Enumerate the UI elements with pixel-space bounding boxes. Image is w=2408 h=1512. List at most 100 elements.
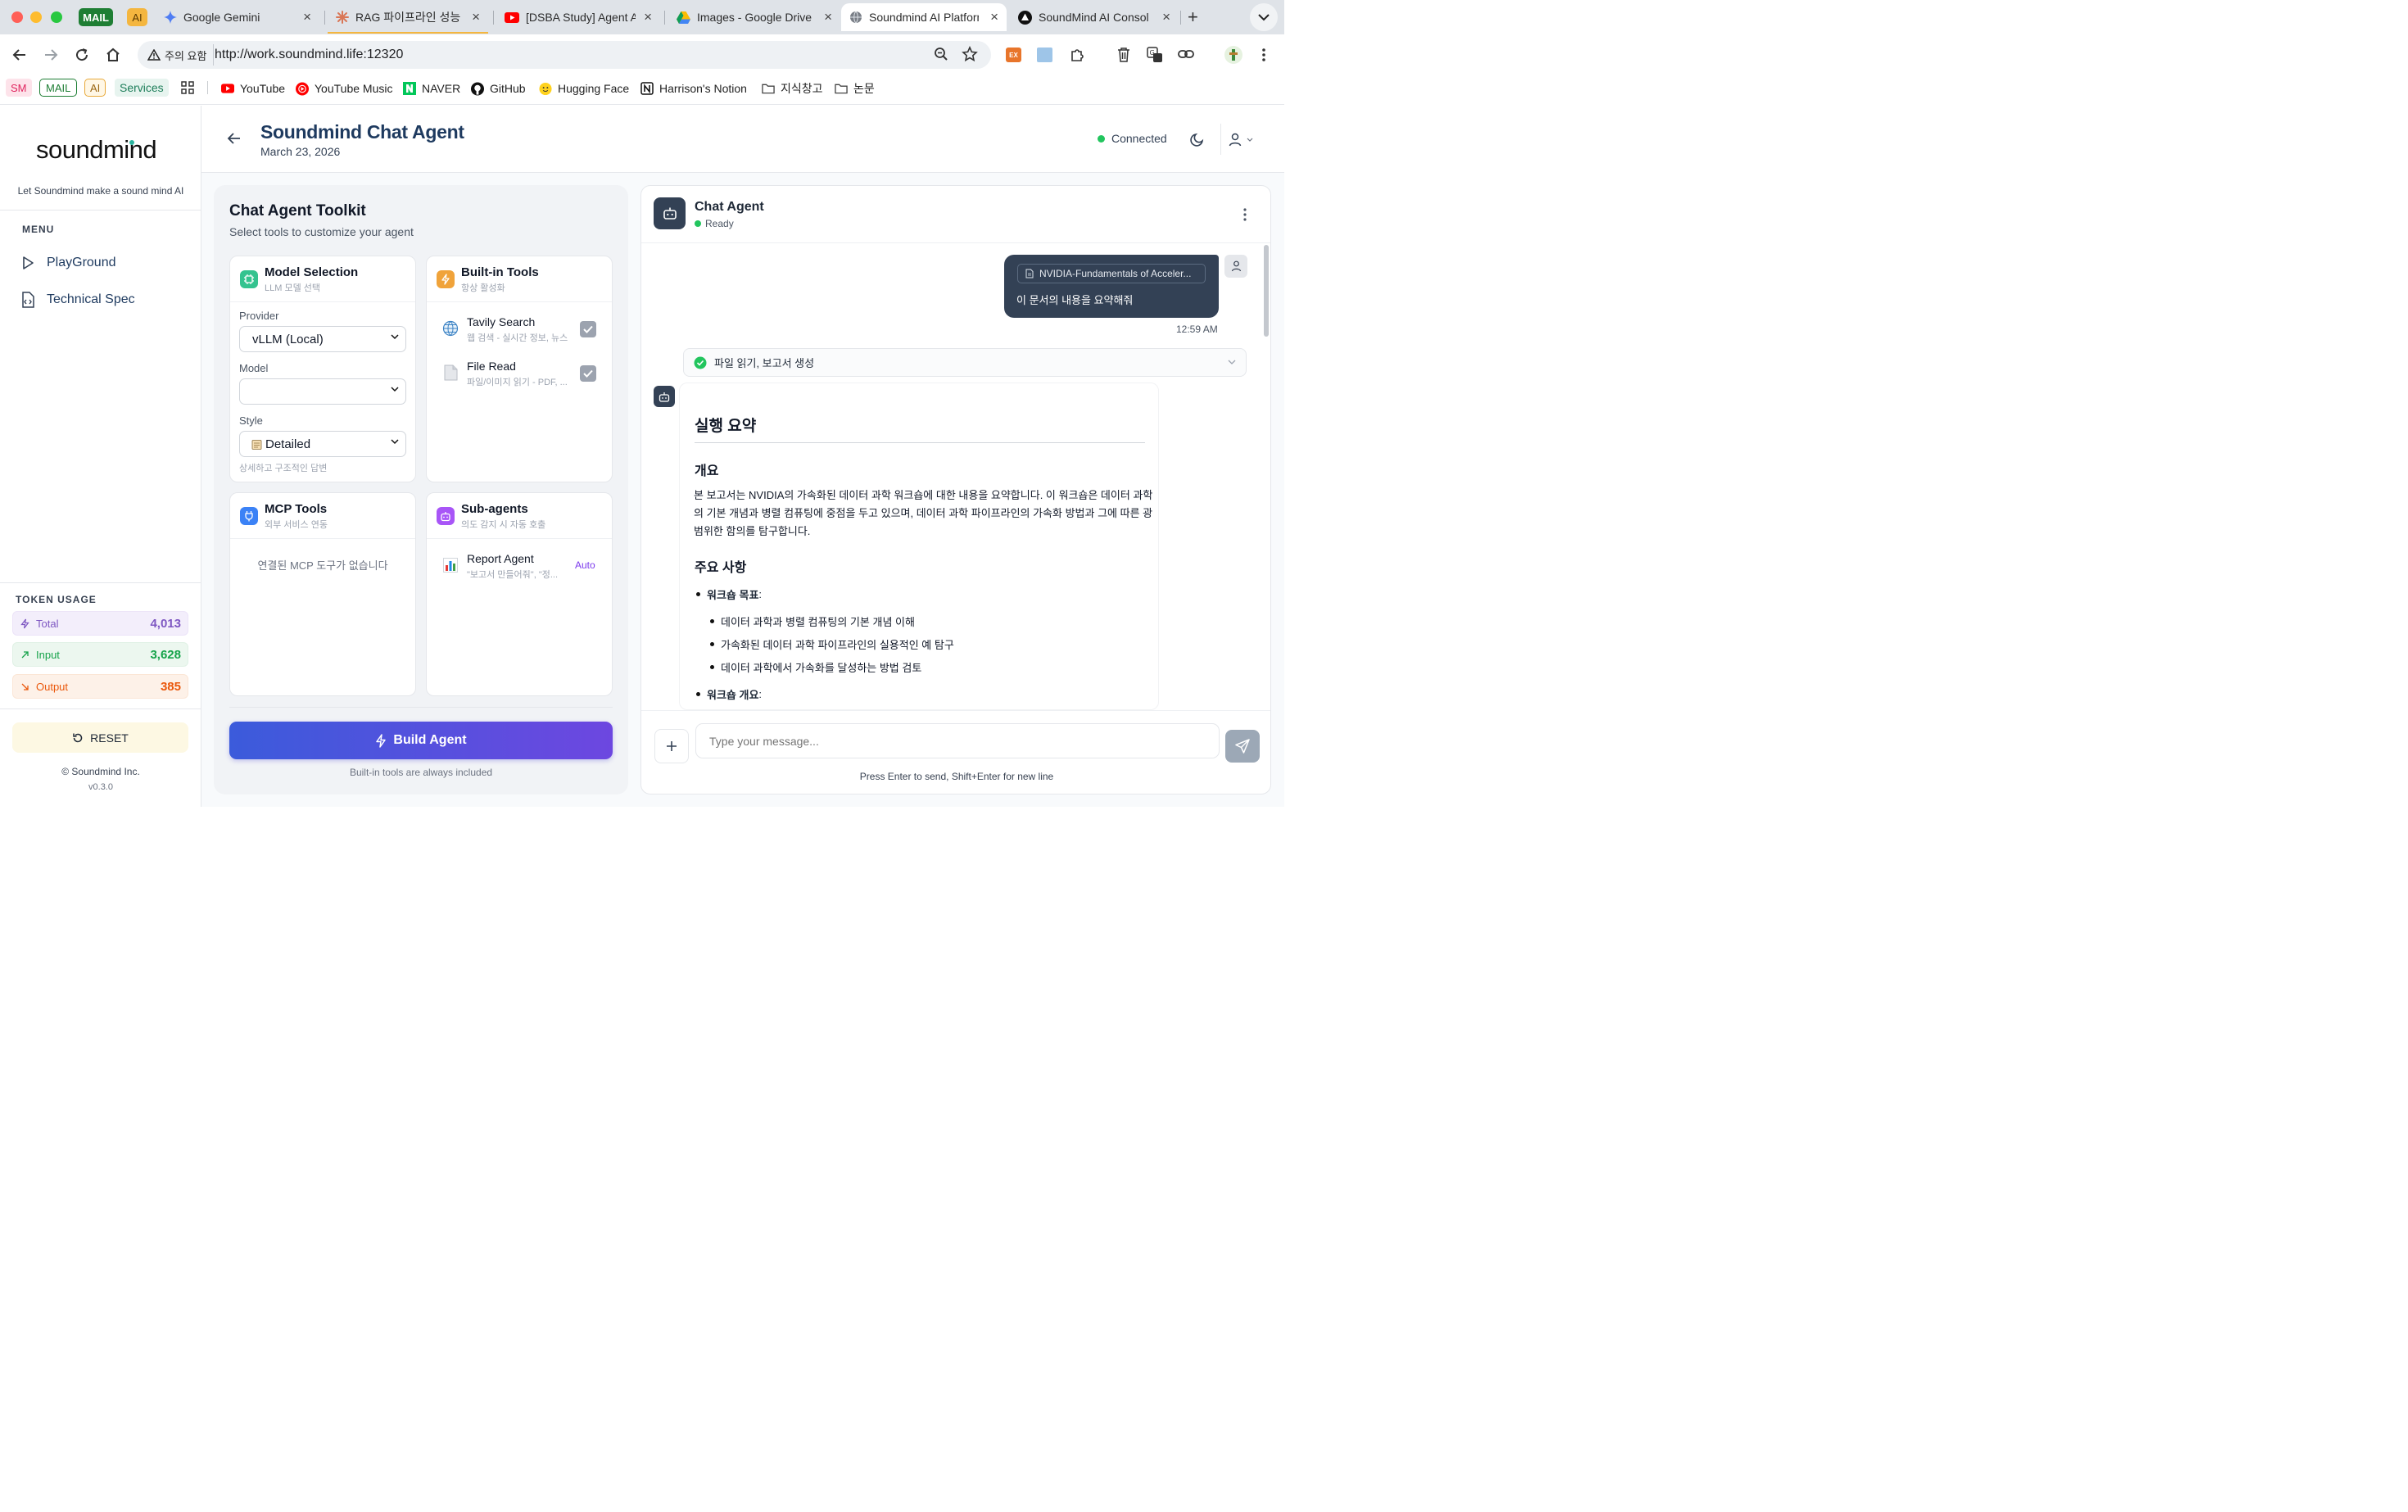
tab-search-chevron-icon[interactable]	[1250, 3, 1278, 31]
extension-grid-icon[interactable]	[1037, 48, 1052, 62]
sub-bullet-text: 데이터 과학에서 가속화를 달성하는 방법 검토	[721, 662, 922, 674]
trash-icon[interactable]	[1116, 47, 1131, 63]
file-read-checkbox[interactable]	[580, 365, 596, 382]
pinned-tab-ai[interactable]: AI	[127, 8, 147, 26]
tab-soundmind-console[interactable]: SoundMind AI Console ×	[1010, 3, 1179, 31]
bookmark-folder-knowledge[interactable]: 지식창고	[762, 79, 823, 97]
tab-title: Soundmind AI Platform	[869, 11, 979, 24]
sub-bullet-text: 데이터 과학과 병렬 컴퓨팅의 기본 개념 이해	[721, 616, 915, 628]
bookmark-naver[interactable]: NAVER	[403, 79, 460, 97]
close-icon[interactable]: ×	[303, 10, 311, 25]
link-icon[interactable]	[1178, 48, 1194, 60]
tool-name: Tavily Search	[467, 315, 536, 328]
attachment-chip[interactable]: NVIDIA-Fundamentals of Acceler...	[1017, 264, 1206, 283]
bookmark-github[interactable]: GitHub	[471, 79, 526, 97]
page-date: March 23, 2026	[260, 145, 341, 158]
tab-rag-eval[interactable]: RAG 파이프라인 성능 평가 ×	[328, 3, 488, 34]
window-zoom-button[interactable]	[51, 11, 62, 23]
reload-icon[interactable]	[74, 47, 90, 63]
new-tab-plus-icon[interactable]: +	[1188, 8, 1198, 26]
builtin-tools-card: Built-in Tools 항상 활성화 Tavily Search 웹 검색…	[426, 256, 613, 482]
provider-select[interactable]: vLLM (Local)	[239, 326, 406, 352]
tab-google-gemini[interactable]: Google Gemini ×	[156, 3, 319, 31]
bookmark-star-icon[interactable]	[962, 46, 978, 62]
tab-dsba-study[interactable]: [DSBA Study] Agent A ×	[496, 3, 660, 31]
translate-icon[interactable]: G	[1147, 47, 1163, 63]
tab-title: RAG 파이프라인 성능 평가	[355, 11, 462, 24]
provider-label: Provider	[239, 310, 279, 322]
reset-button[interactable]: RESET	[12, 722, 188, 753]
subagent-item-report[interactable]: Report Agent "보고서 만들어줘", "정... Auto	[427, 547, 612, 583]
back-arrow-icon[interactable]	[227, 132, 241, 145]
close-icon[interactable]: ×	[1162, 10, 1170, 25]
bookmark-youtube-music[interactable]: YouTube Music	[296, 79, 392, 97]
scrollbar-thumb[interactable]	[1264, 245, 1269, 337]
build-agent-button[interactable]: Build Agent	[229, 722, 613, 759]
url-text[interactable]: http://work.soundmind.life:12320	[215, 48, 403, 62]
user-icon	[1229, 133, 1242, 147]
profile-avatar-icon[interactable]	[1224, 46, 1242, 64]
attach-plus-button[interactable]	[654, 729, 689, 763]
tool-item-file-read[interactable]: File Read 파일/이미지 읽기 - PDF, ...	[427, 355, 612, 391]
message-time: 12:59 AM	[1176, 324, 1218, 335]
arrow-down-right-icon	[20, 682, 29, 691]
security-warning-chip[interactable]: 주의 요함	[141, 44, 215, 66]
tool-desc: 웹 검색 - 실시간 정보, 뉴스	[467, 333, 568, 343]
close-icon[interactable]: ×	[990, 10, 998, 25]
sidebar-tagline: Let Soundmind make a sound mind AI	[17, 185, 184, 197]
close-icon[interactable]: ×	[644, 10, 652, 25]
user-menu-button[interactable]	[1229, 127, 1253, 152]
token-total-label: Total	[36, 617, 59, 630]
tavily-checkbox[interactable]	[580, 321, 596, 337]
response-h2-main: 주요 사항	[695, 561, 747, 575]
bookmark-ai[interactable]: AI	[84, 79, 106, 97]
tool-step-label: 파일 읽기, 보고서 생성	[714, 357, 815, 369]
apps-grid-icon[interactable]	[181, 81, 194, 94]
window-minimize-button[interactable]	[30, 11, 42, 23]
home-icon[interactable]	[105, 47, 121, 63]
tab-soundmind-platform[interactable]: Soundmind AI Platform ×	[841, 3, 1007, 31]
window-close-button[interactable]	[11, 11, 23, 23]
file-icon	[1025, 269, 1034, 278]
google-drive-icon	[677, 11, 690, 24]
youtube-icon	[221, 82, 234, 95]
model-select[interactable]	[239, 378, 406, 405]
kebab-menu-icon[interactable]	[1242, 207, 1247, 222]
subagent-name: Report Agent	[467, 552, 534, 565]
pinned-tab-mail[interactable]: MAIL	[79, 8, 113, 26]
tool-step-row[interactable]: 파일 읽기, 보고서 생성	[683, 348, 1247, 377]
bookmark-services[interactable]: Services	[115, 79, 169, 97]
browser-menu-icon[interactable]	[1261, 48, 1266, 62]
extensions-puzzle-icon[interactable]	[1069, 47, 1085, 63]
sidebar-item-technical-spec[interactable]: Technical Spec	[20, 290, 135, 310]
tab-google-drive[interactable]: Images - Google Drive ×	[668, 3, 840, 31]
model-selection-title: Model Selection	[265, 265, 359, 279]
builtin-tools-title: Built-in Tools	[461, 265, 539, 279]
tool-item-tavily[interactable]: Tavily Search 웹 검색 - 실시간 정보, 뉴스	[427, 310, 612, 346]
plug-icon	[240, 507, 258, 525]
token-total-row: Total 4,013	[12, 611, 188, 636]
send-button[interactable]	[1225, 730, 1260, 763]
bookmark-sm[interactable]: SM	[6, 79, 32, 97]
bookmark-folder-papers[interactable]: 논문	[835, 79, 875, 97]
bookmark-notion[interactable]: Harrison's Notion	[640, 79, 747, 97]
style-hint: 상세하고 구조적인 답변	[239, 464, 328, 473]
token-usage-heading: TOKEN USAGE	[16, 594, 97, 605]
back-arrow-icon[interactable]	[11, 47, 28, 63]
sidebar-item-playground[interactable]: PlayGround	[20, 253, 116, 273]
close-icon[interactable]: ×	[824, 10, 832, 25]
extension-ex-icon[interactable]: EX	[1006, 48, 1021, 62]
bookmark-youtube[interactable]: YouTube	[221, 79, 285, 97]
close-icon[interactable]: ×	[472, 10, 480, 25]
forward-arrow-icon[interactable]	[43, 47, 59, 63]
play-icon	[20, 256, 35, 270]
style-select[interactable]: Detailed	[239, 431, 406, 457]
bookmark-hugging-face[interactable]: Hugging Face	[539, 79, 629, 97]
reset-label: RESET	[90, 731, 129, 745]
bookmark-mail[interactable]: MAIL	[39, 79, 78, 97]
moon-icon[interactable]	[1190, 132, 1205, 147]
zoom-icon[interactable]	[934, 47, 948, 61]
sidebar-logo[interactable]: soundmind	[36, 135, 157, 165]
message-input[interactable]	[695, 723, 1220, 758]
chat-scrollbar[interactable]	[1263, 245, 1270, 710]
